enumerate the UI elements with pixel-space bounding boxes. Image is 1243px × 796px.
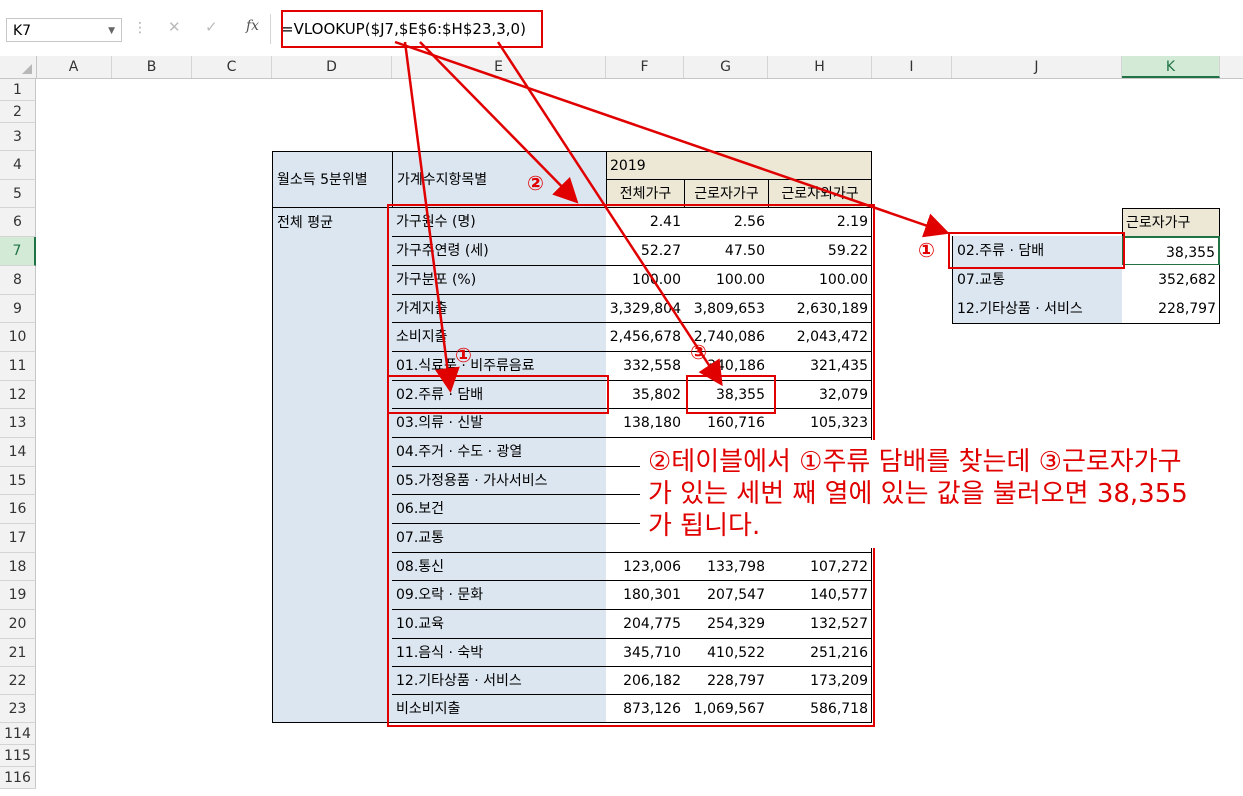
explanation-callout: ②테이블에서 ①주류 담배를 찾는데 ③근로자가구가 있는 세번 째 열에 있는…: [640, 440, 1200, 548]
marker-two: ②: [527, 171, 544, 195]
annotation-arrows: [394, 40, 950, 393]
marker-three: ③: [690, 340, 707, 364]
arrow-to-table-range: [419, 41, 579, 204]
arrow-to-lookup-key: [394, 40, 950, 238]
arrow-to-result: [496, 41, 723, 387]
arrow-to-search-key: [403, 41, 460, 393]
marker-one: ①: [455, 343, 472, 367]
marker-one-lookup: ①: [918, 238, 935, 262]
